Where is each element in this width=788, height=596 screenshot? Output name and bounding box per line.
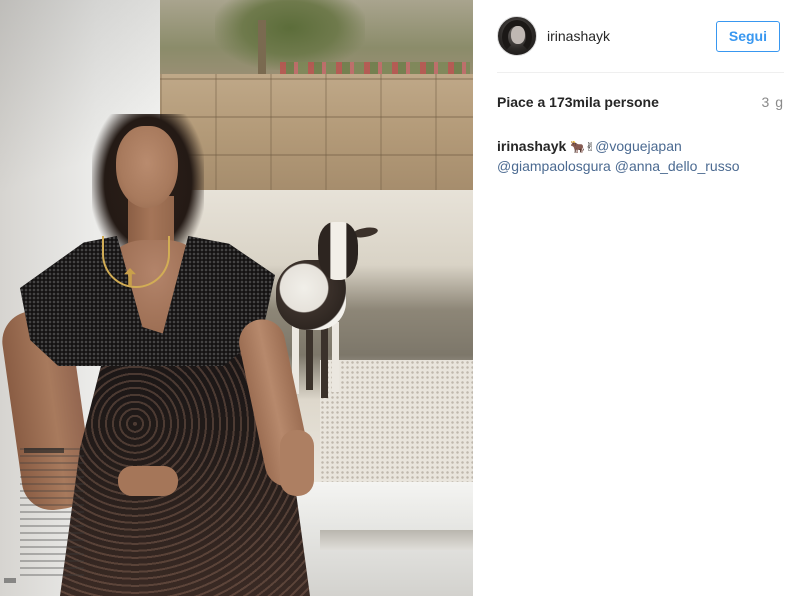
photo-ledge-shadow xyxy=(320,530,473,550)
model-hand xyxy=(118,466,178,496)
caption-username[interactable]: irinashayk xyxy=(497,138,566,154)
avatar-face xyxy=(511,26,525,44)
post-photo[interactable] xyxy=(0,0,473,596)
avatar[interactable] xyxy=(497,16,537,56)
photo-tree-trunk xyxy=(258,20,266,80)
magazine-text-block xyxy=(20,448,84,576)
goat-leg xyxy=(332,322,339,392)
mention-link[interactable]: @voguejapan xyxy=(595,138,682,154)
model-face xyxy=(116,126,178,208)
photo-stone-wall xyxy=(160,74,473,194)
goat-leg xyxy=(306,322,313,390)
post-timestamp[interactable]: 3 g xyxy=(762,94,784,110)
caption-emoji: 🐂✌ xyxy=(570,140,596,154)
post-sidebar: irinashayk Segui Piace a 173mila persone… xyxy=(473,0,788,596)
photo-gravel xyxy=(320,360,473,490)
goat-head xyxy=(318,222,358,280)
post-caption: irinashayk 🐂✌@voguejapan @giampaolosgura… xyxy=(497,137,784,176)
post-header: irinashayk Segui xyxy=(497,0,784,73)
goat-leg xyxy=(321,322,328,398)
post-meta: Piace a 173mila persone 3 g xyxy=(497,73,784,131)
instagram-post: irinashayk Segui Piace a 173mila persone… xyxy=(0,0,788,596)
mention-link[interactable]: @giampaolosgura xyxy=(497,158,611,174)
photo-tree xyxy=(215,0,365,70)
follow-button[interactable]: Segui xyxy=(715,20,780,52)
model-hand xyxy=(280,430,314,496)
likes-count[interactable]: Piace a 173mila persone xyxy=(497,94,659,110)
mention-link[interactable]: @anna_dello_russo xyxy=(615,158,740,174)
magazine-heading xyxy=(24,448,64,453)
magazine-page-number xyxy=(4,578,16,583)
username-link[interactable]: irinashayk xyxy=(547,28,716,44)
